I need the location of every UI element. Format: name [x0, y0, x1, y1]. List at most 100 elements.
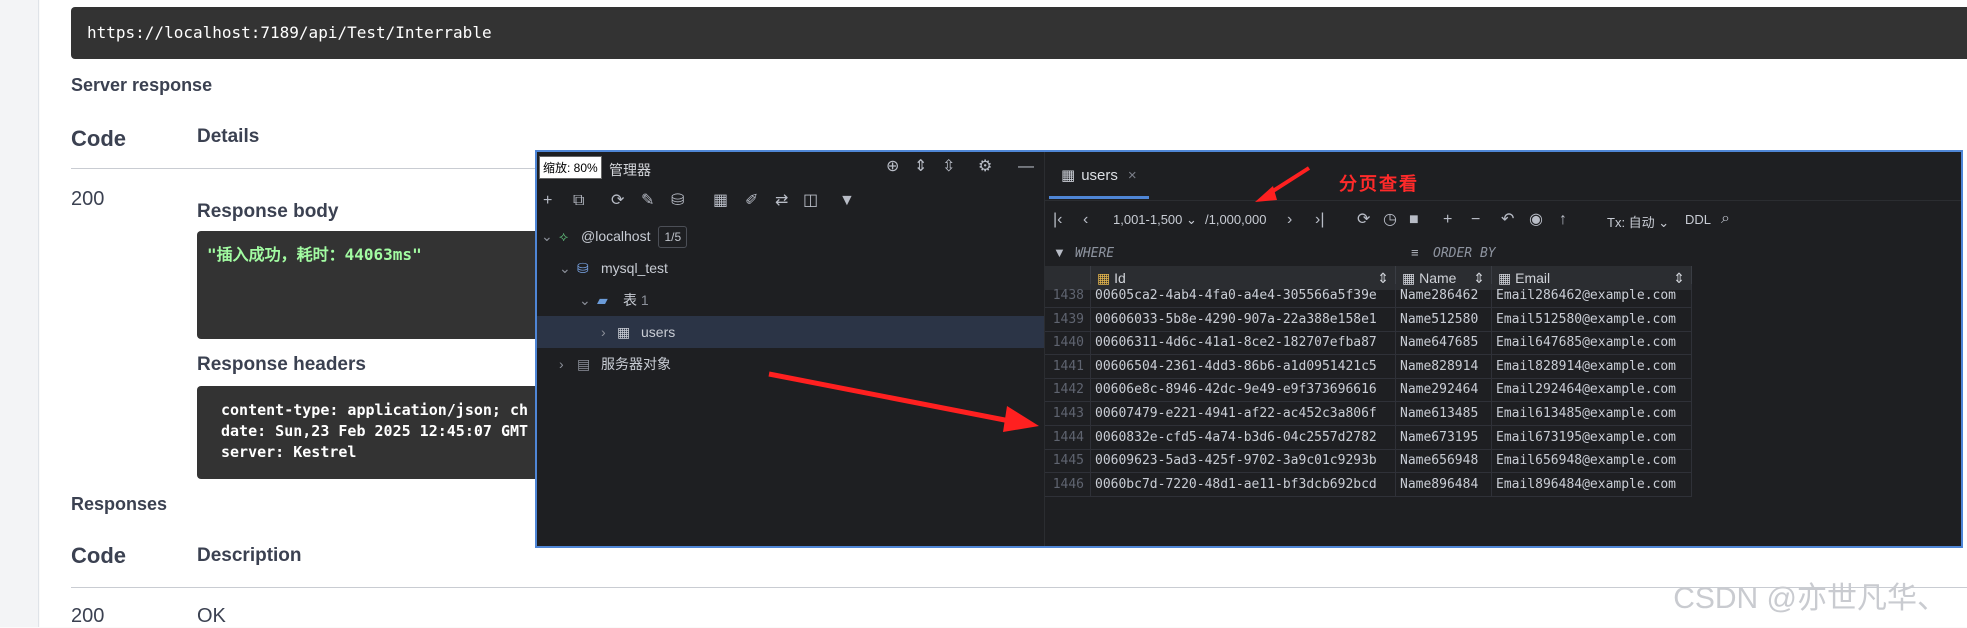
cell-name[interactable]: Name512580: [1396, 307, 1492, 332]
tab-users[interactable]: ▦ users ×: [1049, 156, 1149, 199]
cell-email[interactable]: Email656948@example.com: [1492, 449, 1692, 474]
datasource-icon: ⟡: [559, 228, 569, 244]
cell-id[interactable]: 00606311-4d6c-41a1-8ce2-182707efba87: [1091, 331, 1396, 356]
schema-icon: ⛁: [577, 260, 589, 276]
close-icon[interactable]: ×: [1128, 167, 1137, 184]
cell-email[interactable]: Email613485@example.com: [1492, 402, 1692, 426]
row-number: 1445: [1045, 449, 1091, 474]
response-body-label: Response body: [197, 201, 339, 222]
collapse-all-icon[interactable]: ⇳: [942, 158, 955, 176]
table-view-icon[interactable]: ▦: [713, 192, 728, 210]
cell-name[interactable]: Name613485: [1396, 402, 1492, 426]
ddl-button[interactable]: DDL: [1685, 212, 1711, 227]
cell-name[interactable]: Name828914: [1396, 354, 1492, 379]
cell-email[interactable]: Email286462@example.com: [1492, 284, 1692, 308]
query-console-icon[interactable]: ◫: [803, 192, 818, 210]
cell-email[interactable]: Email673195@example.com: [1492, 425, 1692, 450]
cell-email[interactable]: Email512580@example.com: [1492, 307, 1692, 332]
header-line: server: Kestrel: [221, 443, 357, 461]
tree-label: mysql_test: [601, 260, 668, 276]
code-column-header: Code: [71, 126, 126, 151]
pencil-icon[interactable]: ✐: [745, 192, 758, 210]
responses-code-header: Code: [71, 543, 126, 568]
chevron-right-icon: ›: [559, 356, 564, 372]
cell-id[interactable]: 00605ca2-4ab4-4fa0-a4e4-305566a5f39e: [1091, 284, 1396, 308]
gear-icon[interactable]: ⚙: [978, 158, 992, 176]
cell-id[interactable]: 00606e8c-8946-42dc-9e49-e9f373696616: [1091, 378, 1396, 403]
editor-tab-bar: [1045, 152, 1961, 201]
cell-email[interactable]: Email896484@example.com: [1492, 472, 1692, 497]
status-code: 200: [71, 188, 105, 210]
preview-icon[interactable]: ◉: [1529, 211, 1543, 229]
tree-label: 表 1: [623, 292, 649, 308]
folder-icon: ▰: [597, 292, 608, 308]
submit-icon[interactable]: ↑: [1559, 211, 1567, 229]
remove-row-icon[interactable]: −: [1471, 211, 1480, 229]
where-filter-icon: ▼: [1053, 245, 1066, 260]
row-number: 1442: [1045, 378, 1091, 403]
where-filter-input[interactable]: WHERE: [1075, 246, 1114, 261]
order-by-input[interactable]: ORDER BY: [1433, 246, 1496, 261]
cell-name[interactable]: Name292464: [1396, 378, 1492, 403]
description-header: Description: [197, 545, 302, 566]
cell-name[interactable]: Name673195: [1396, 425, 1492, 450]
transaction-mode-selector[interactable]: Tx: 自动 ⌄: [1607, 212, 1669, 231]
response-body-box[interactable]: "插入成功，耗时：44063ms": [197, 231, 542, 339]
tree-item-tables[interactable]: ⌄ ▰ 表 1: [537, 284, 1044, 316]
cell-id[interactable]: 0060bc7d-7220-48d1-ae11-bf3dcb692bcd: [1091, 472, 1396, 497]
server-objects-icon: ▤: [577, 356, 591, 372]
database-explorer-panel: 缩放: 80% 管理器 ⊕ ⇕ ⇳ ⚙ — + ⧉ ⟳ ✎ ⛁ ▦ ✐ ⇄ ◫ …: [537, 152, 1045, 546]
cell-name[interactable]: Name647685: [1396, 331, 1492, 356]
cell-email[interactable]: Email828914@example.com: [1492, 354, 1692, 379]
cell-id[interactable]: 00606033-5b8e-4290-907a-22a388e158e1: [1091, 307, 1396, 332]
cell-id[interactable]: 0060832e-cfd5-4a74-b3d6-04c2557d2782: [1091, 425, 1396, 450]
total-rows-label: /1,000,000: [1205, 212, 1267, 227]
watermark: CSDN @亦世凡华、: [1673, 582, 1947, 615]
page-range-selector[interactable]: 1,001-1,500 ⌄: [1113, 212, 1197, 228]
expand-all-icon[interactable]: ⇕: [914, 158, 927, 176]
jump-icon[interactable]: ⇄: [775, 192, 788, 210]
history-icon[interactable]: ◷: [1383, 211, 1397, 229]
responses-code-value: 200: [71, 605, 105, 627]
cell-id[interactable]: 00606504-2361-4dd3-86b6-a1d0951421c5: [1091, 354, 1396, 379]
tree-item-localhost[interactable]: ⌄ ⟡ @localhost 1/5: [537, 220, 1044, 252]
row-number: 1444: [1045, 425, 1091, 450]
tree-item-users[interactable]: › ▦ users: [537, 316, 1044, 348]
left-edge-panel: [0, 0, 39, 627]
cell-email[interactable]: Email647685@example.com: [1492, 331, 1692, 356]
add-icon[interactable]: +: [543, 192, 552, 210]
cell-name[interactable]: Name286462: [1396, 284, 1492, 308]
refresh-icon[interactable]: ⟳: [611, 192, 624, 210]
row-number: 1439: [1045, 307, 1091, 332]
row-number: 1446: [1045, 472, 1091, 497]
crosshair-icon[interactable]: ⊕: [886, 158, 899, 176]
database-icon[interactable]: ⛁: [671, 192, 684, 210]
refresh-icon[interactable]: ⟳: [1357, 211, 1370, 229]
stop-icon[interactable]: ■: [1409, 211, 1419, 229]
chevron-right-icon: ›: [601, 324, 606, 340]
cell-name[interactable]: Name656948: [1396, 449, 1492, 474]
next-page-icon[interactable]: ›: [1287, 211, 1292, 229]
edit-schema-icon[interactable]: ✎: [641, 192, 654, 210]
row-number: 1443: [1045, 402, 1091, 426]
cell-id[interactable]: 00607479-e221-4941-af22-ac452c3a806f: [1091, 402, 1396, 426]
details-column-header: Details: [197, 126, 260, 147]
revert-icon[interactable]: ↶: [1501, 211, 1514, 229]
filter-icon[interactable]: ▼: [839, 192, 855, 210]
cell-email[interactable]: Email292464@example.com: [1492, 378, 1692, 403]
first-page-icon[interactable]: |‹: [1053, 211, 1062, 229]
response-headers-box[interactable]: content-type: application/json; ch date:…: [197, 386, 542, 479]
table-icon: ▦: [1061, 167, 1076, 184]
tree-label: users: [641, 324, 676, 340]
cell-name[interactable]: Name896484: [1396, 472, 1492, 497]
tree-item-mysql-test[interactable]: ⌄ ⛁ mysql_test: [537, 252, 1044, 284]
cell-id[interactable]: 00609623-5ad3-425f-9702-3a9c01c9293b: [1091, 449, 1396, 474]
minimize-icon[interactable]: —: [1018, 158, 1034, 176]
table-icon: ▦: [617, 324, 631, 340]
add-row-icon[interactable]: +: [1443, 211, 1452, 229]
copy-icon[interactable]: ⧉: [573, 192, 584, 210]
last-page-icon[interactable]: ›|: [1315, 211, 1324, 229]
annotation-arrow-right: [768, 371, 1039, 432]
previous-page-icon[interactable]: ‹: [1083, 211, 1088, 229]
search-icon[interactable]: ⌕: [1721, 210, 1730, 228]
